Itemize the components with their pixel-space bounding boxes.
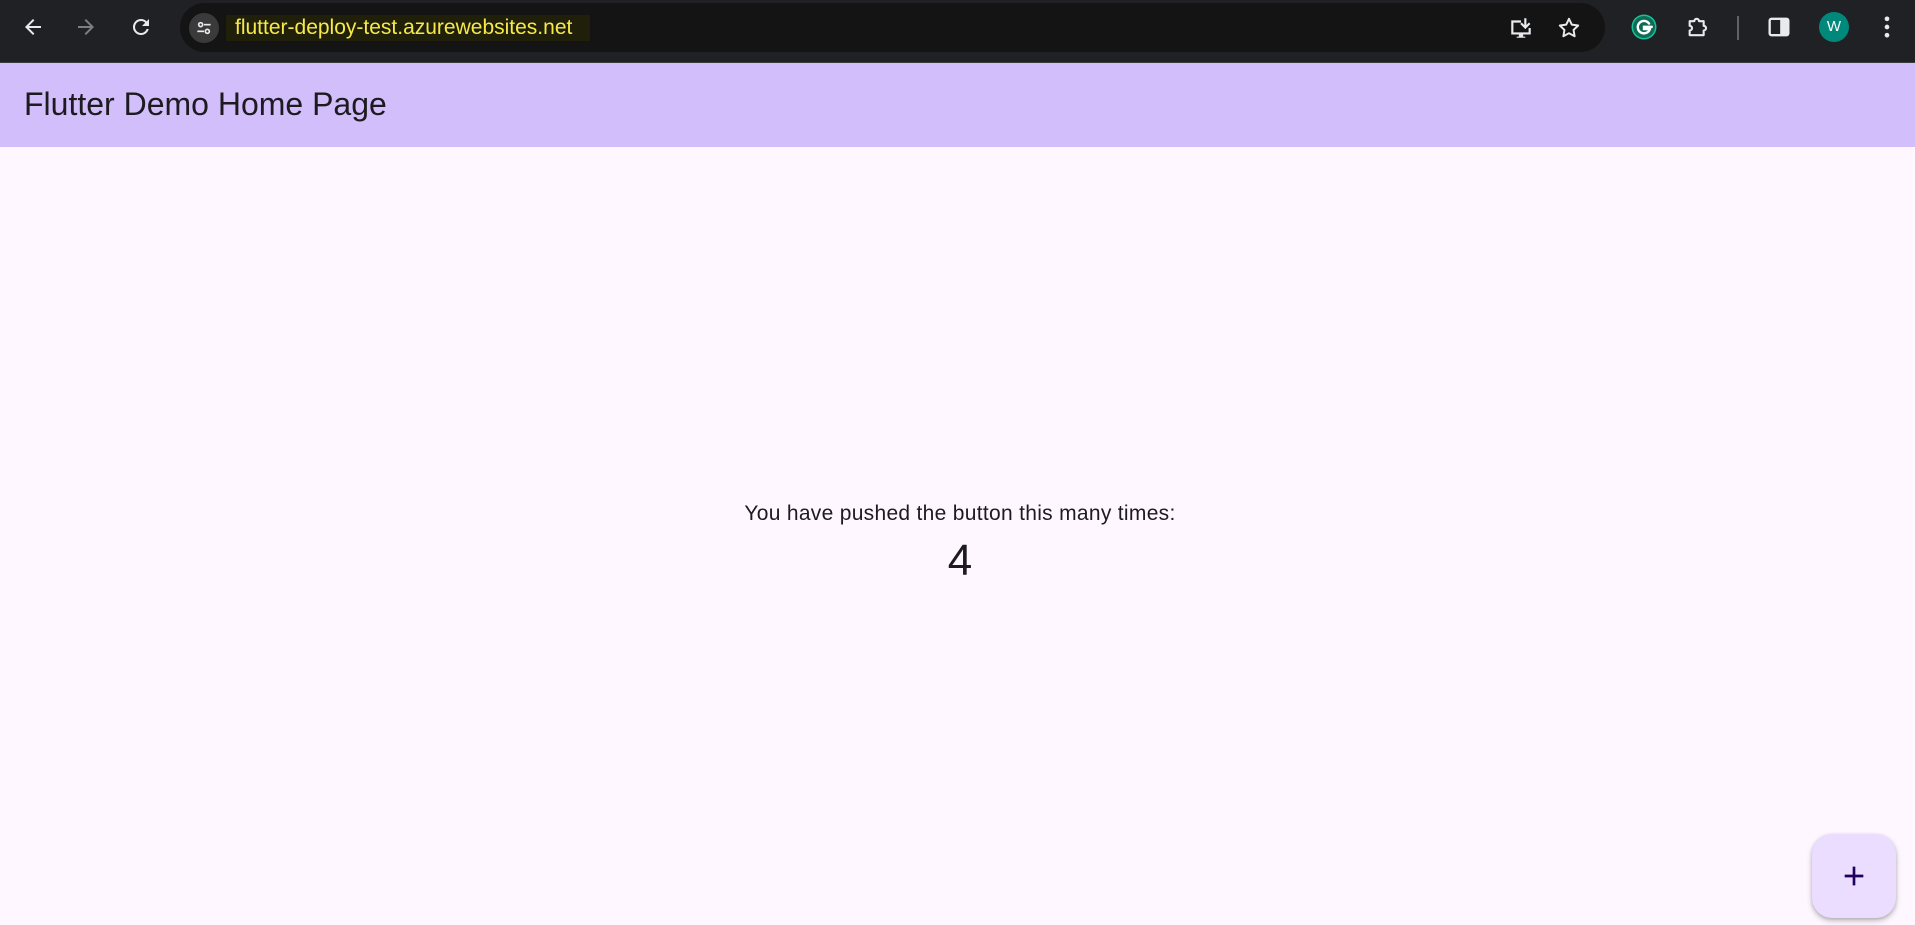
counter-value: 4 bbox=[947, 536, 973, 585]
puzzle-icon bbox=[1688, 17, 1708, 37]
install-app-button[interactable] bbox=[1505, 12, 1537, 44]
toolbar-divider bbox=[1737, 16, 1739, 40]
tune-icon bbox=[197, 21, 211, 35]
reload-button[interactable] bbox=[122, 8, 160, 46]
increment-button[interactable] bbox=[1812, 834, 1896, 918]
back-button[interactable] bbox=[14, 8, 52, 46]
grammarly-icon bbox=[1631, 14, 1657, 40]
bookmark-button[interactable] bbox=[1553, 12, 1585, 44]
forward-button[interactable] bbox=[67, 8, 105, 46]
grammarly-extension-button[interactable] bbox=[1627, 10, 1661, 44]
counter-label: You have pushed the button this many tim… bbox=[744, 502, 1176, 525]
profile-avatar[interactable]: W bbox=[1819, 12, 1849, 42]
arrow-right-icon bbox=[78, 19, 94, 35]
app-bar: Flutter Demo Home Page bbox=[0, 63, 1915, 147]
site-info-button[interactable] bbox=[189, 13, 219, 43]
star-icon bbox=[1558, 17, 1580, 38]
add-icon bbox=[1844, 866, 1864, 886]
side-panel-icon bbox=[1768, 17, 1790, 37]
more-vert-icon bbox=[1884, 16, 1890, 38]
browser-menu-button[interactable] bbox=[1870, 10, 1904, 44]
install-app-icon bbox=[1511, 18, 1531, 38]
arrow-left-icon bbox=[25, 19, 41, 35]
page-title: Flutter Demo Home Page bbox=[24, 86, 387, 122]
address-bar[interactable]: flutter-deploy-test.azurewebsites.net bbox=[180, 3, 1605, 52]
url-text[interactable]: flutter-deploy-test.azurewebsites.net bbox=[226, 15, 591, 41]
side-panel-button[interactable] bbox=[1762, 10, 1796, 44]
extensions-button[interactable] bbox=[1682, 10, 1716, 44]
flutter-app: Flutter Demo Home Page You have pushed t… bbox=[0, 63, 1915, 925]
reload-icon bbox=[132, 18, 149, 35]
browser-toolbar: flutter-deploy-test.azurewebsites.net W bbox=[0, 0, 1915, 63]
